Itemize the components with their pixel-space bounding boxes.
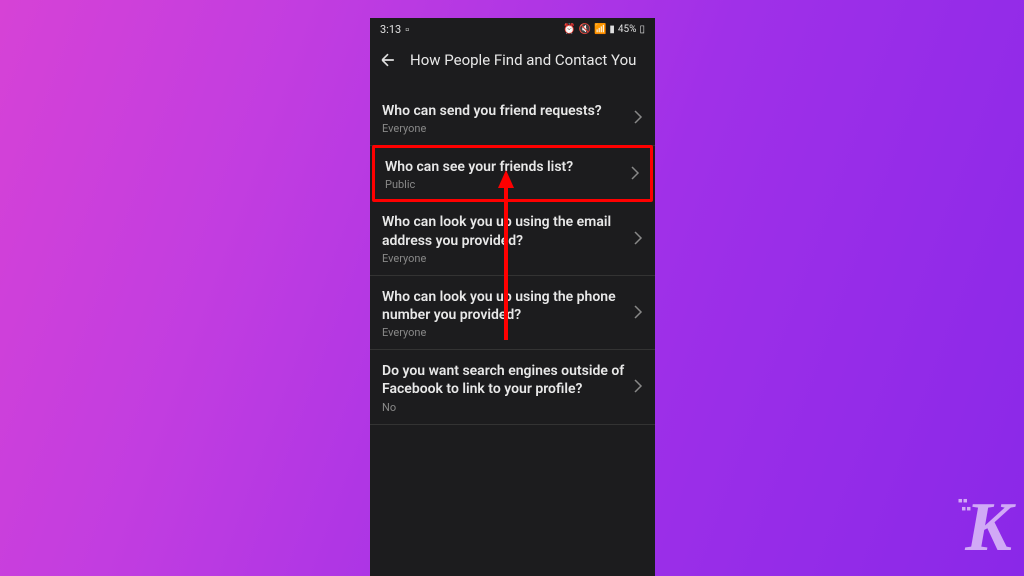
setting-value: Public xyxy=(385,178,622,191)
status-bar: 3:13 ▫ ⏰ 🔇 📶 ▮ 45% ▯ xyxy=(370,18,655,40)
setting-phone-lookup[interactable]: Who can look you up using the phone numb… xyxy=(370,276,655,350)
chevron-right-icon xyxy=(633,230,643,249)
setting-title: Who can look you up using the email addr… xyxy=(382,213,625,249)
chevron-right-icon xyxy=(630,165,640,184)
chevron-right-icon xyxy=(633,378,643,397)
app-header: How People Find and Contact You xyxy=(370,40,655,80)
page-title: How People Find and Contact You xyxy=(410,51,636,69)
status-time: 3:13 xyxy=(380,23,401,36)
watermark-letter: K xyxy=(965,488,1012,568)
chevron-right-icon xyxy=(633,304,643,323)
setting-title: Do you want search engines outside of Fa… xyxy=(382,362,625,398)
setting-value: No xyxy=(382,401,625,414)
setting-value: Everyone xyxy=(382,326,625,339)
battery-percent: 45% xyxy=(618,24,637,35)
setting-search-engines[interactable]: Do you want search engines outside of Fa… xyxy=(370,350,655,424)
alarm-icon: ⏰ xyxy=(563,24,575,35)
setting-value: Everyone xyxy=(382,122,625,135)
setting-title: Who can look you up using the phone numb… xyxy=(382,288,625,324)
watermark-logo: ▪▪ ▪▪ K xyxy=(958,488,1012,568)
battery-icon: ▯ xyxy=(639,24,645,35)
notification-icon: ▫ xyxy=(405,23,409,36)
phone-screen: 3:13 ▫ ⏰ 🔇 📶 ▮ 45% ▯ How People Find and… xyxy=(370,18,655,576)
signal-icon: ▮ xyxy=(609,24,615,35)
setting-email-lookup[interactable]: Who can look you up using the email addr… xyxy=(370,201,655,275)
setting-title: Who can send you friend requests? xyxy=(382,102,625,120)
setting-title: Who can see your friends list? xyxy=(385,158,622,176)
setting-friends-list[interactable]: Who can see your friends list? Public xyxy=(372,145,653,202)
setting-friend-requests[interactable]: Who can send you friend requests? Everyo… xyxy=(370,90,655,146)
mute-icon: 🔇 xyxy=(578,24,590,35)
wifi-icon: 📶 xyxy=(594,24,606,35)
back-arrow-icon[interactable] xyxy=(378,50,398,70)
chevron-right-icon xyxy=(633,109,643,128)
settings-list: Who can send you friend requests? Everyo… xyxy=(370,90,655,425)
setting-value: Everyone xyxy=(382,252,625,265)
